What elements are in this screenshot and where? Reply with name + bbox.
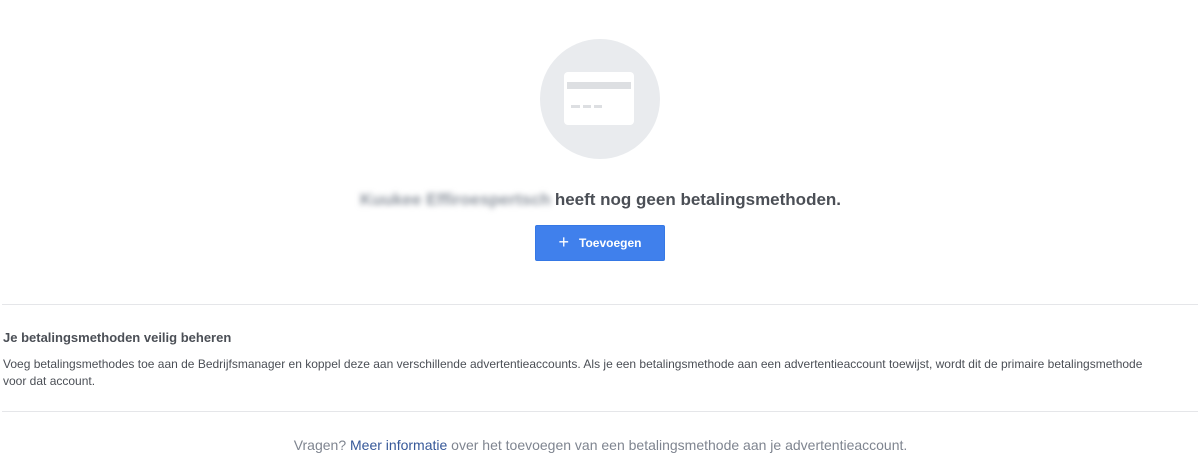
credit-card-illustration (540, 39, 660, 159)
plus-icon: + (558, 232, 570, 252)
more-info-link[interactable]: Meer informatie (350, 437, 447, 453)
info-body: Voeg betalingsmethodes toe aan de Bedrij… (3, 357, 1143, 388)
info-title: Je betalingsmethoden veilig beheren (3, 330, 232, 345)
add-button-label: Toevoegen (579, 236, 642, 250)
empty-state-message: heeft nog geen betalingsmethoden. (554, 190, 842, 209)
footer-prefix: Vragen? (293, 437, 347, 453)
divider-top (2, 304, 1198, 305)
footer-suffix: over het toevoegen van een betalingsmeth… (451, 437, 908, 453)
add-payment-method-button[interactable]: + Toevoegen (535, 225, 665, 261)
divider-bottom (2, 411, 1198, 412)
account-name-redacted: Kuukee Effiroespertsch (359, 190, 551, 209)
help-footer: Vragen? Meer informatie over het toevoeg… (0, 437, 1201, 453)
credit-card-icon (564, 72, 634, 125)
card-stripe (567, 82, 631, 89)
card-number-dots (571, 105, 602, 108)
empty-state-headline: Kuukee Effiroespertsch heeft nog geen bet… (0, 190, 1201, 210)
payment-methods-page: Kuukee Effiroespertsch heeft nog geen bet… (0, 0, 1201, 465)
